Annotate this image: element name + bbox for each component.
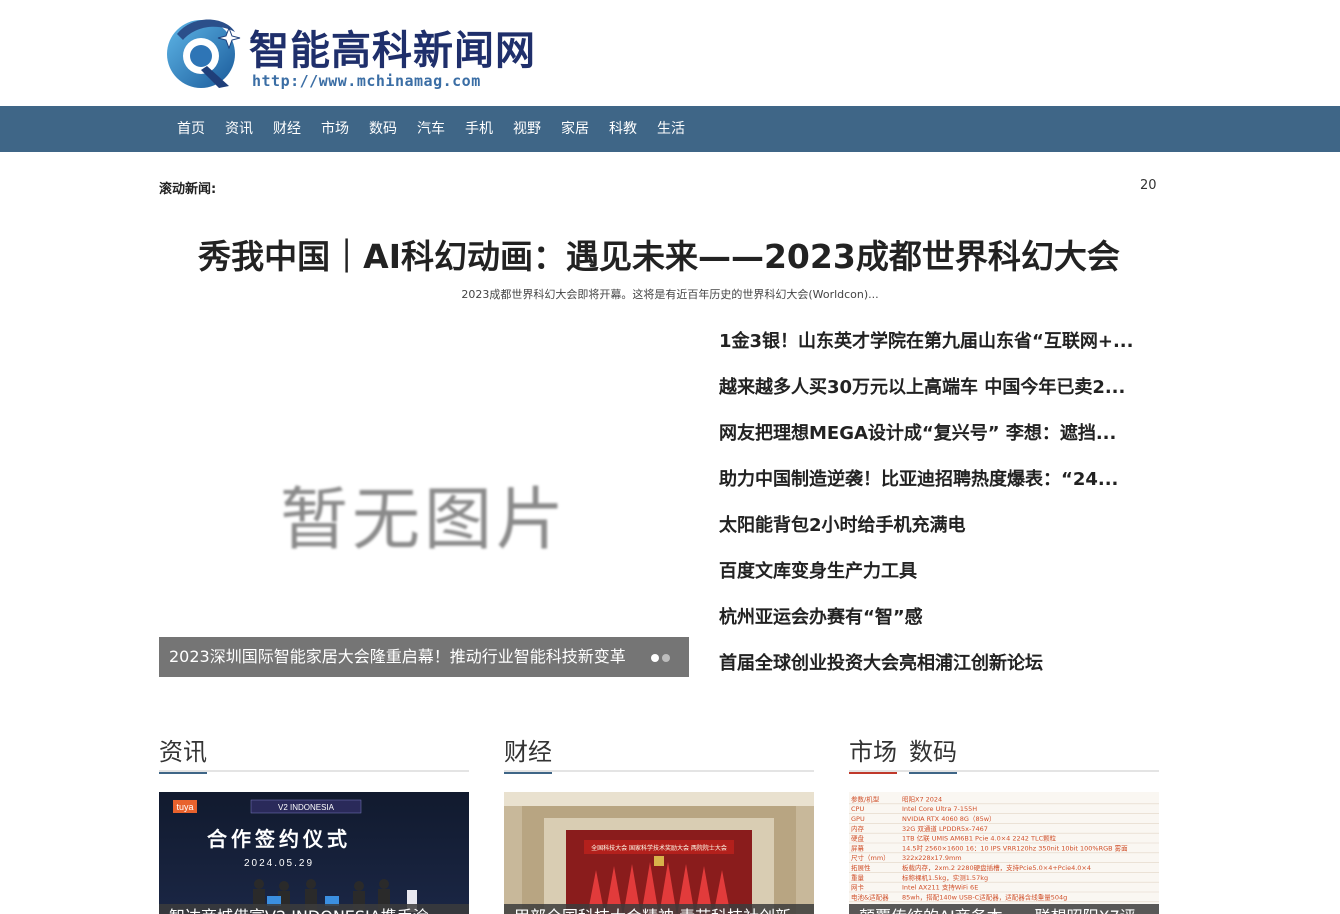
column-header: 市场 数码 bbox=[849, 738, 1159, 774]
column-header: 财经 bbox=[504, 738, 814, 774]
headline-list: 1金3银！山东英才学院在第九届山东省“互联网+... 越来越多人买30万元以上高… bbox=[719, 330, 1139, 698]
ticker-label: 滚动新闻: bbox=[159, 182, 217, 197]
column-image-caption[interactable]: 智达商城借富V2 INDONESIA携手涂... bbox=[159, 904, 469, 914]
slider-caption-bar[interactable]: 2023深圳国际智能家居大会隆重启幕！推动行业智能科技新变革 bbox=[159, 637, 689, 677]
conference-banner: 全国科技大会 国家科学技术奖励大会 两院院士大会 bbox=[591, 844, 727, 852]
spec-row-key: 拓展性 bbox=[851, 863, 871, 872]
top-headline[interactable]: 秀我中国｜AI科幻动画：遇见未来——2023成都世界科幻大会 bbox=[0, 230, 1318, 278]
nav-item-news[interactable]: 资讯 bbox=[215, 106, 263, 152]
tab-digital[interactable]: 数码 bbox=[909, 738, 957, 774]
spec-row-key: GPU bbox=[851, 815, 865, 823]
spec-row-value: NVIDIA RTX 4060 8G（85w） bbox=[902, 815, 996, 823]
site-logo[interactable]: 智能高科新闻网 http://www.mchinamag.com bbox=[163, 12, 563, 92]
spec-row-key: 重量 bbox=[851, 874, 865, 882]
site-name: 智能高科新闻网 bbox=[249, 27, 536, 74]
list-item[interactable]: 越来越多人买30万元以上高端车 中国今年已卖2... bbox=[719, 376, 1139, 422]
nav-item-digital[interactable]: 数码 bbox=[359, 106, 407, 152]
partner-logo-text: V2 INDONESIA bbox=[278, 803, 335, 812]
spec-row-value: 板载内存，2xm.2 2280硬盘插槽，支持Pcie5.0×4+Pcie4.0×… bbox=[902, 863, 1091, 872]
column-feature-image[interactable]: 全国科技大会 国家科学技术奖励大会 两院院士大会 甲部全国科技大会精神 青苗科技… bbox=[504, 792, 814, 914]
no-image-placeholder: 暂无图片 bbox=[279, 481, 568, 560]
list-item[interactable]: 助力中国制造逆袭！比亚迪招聘热度爆表：“24... bbox=[719, 468, 1139, 514]
spec-row-key: 参数/机型 bbox=[851, 794, 880, 803]
news-column: 资讯 tuya V2 INDONESIA 合作签约仪式 2024.05.29 bbox=[159, 738, 469, 914]
nav-item-life[interactable]: 生活 bbox=[647, 106, 695, 152]
column-image-caption[interactable]: 颠覆传统的AI商务本——联想昭阳X7评... bbox=[849, 904, 1159, 914]
market-digital-column: 市场 数码 参数/机型 昭阳X7 2024 CPU Intel Core Ultra … bbox=[849, 738, 1159, 914]
nav-item-finance[interactable]: 财经 bbox=[263, 106, 311, 152]
spec-row-key: 电池&适配器 bbox=[851, 892, 889, 901]
ceremony-title: 合作签约仪式 bbox=[207, 827, 351, 851]
spec-row-value: 昭阳X7 2024 bbox=[902, 794, 942, 803]
spec-row-key: 硬盘 bbox=[851, 834, 865, 843]
list-item[interactable]: 1金3银！山东英才学院在第九届山东省“互联网+... bbox=[719, 330, 1139, 376]
spec-row-value: Intel Core Ultra 7-155H bbox=[902, 805, 977, 813]
slider-dot-1[interactable] bbox=[651, 654, 659, 662]
spec-row-value: 标称裸机1.5kg，实测1.57kg bbox=[902, 873, 988, 882]
list-item[interactable]: 网友把理想MEGA设计成“复兴号” 李想：遮挡... bbox=[719, 422, 1139, 468]
slider-caption[interactable]: 2023深圳国际智能家居大会隆重启幕！推动行业智能科技新变革 bbox=[169, 637, 626, 677]
spec-row-key: 内存 bbox=[851, 824, 865, 833]
ceremony-date: 2024.05.29 bbox=[244, 858, 314, 869]
nav-item-home-living[interactable]: 家居 bbox=[551, 106, 599, 152]
signing-ceremony-image: tuya V2 INDONESIA 合作签约仪式 2024.05.29 bbox=[159, 792, 469, 914]
spec-row-key: 网卡 bbox=[851, 883, 865, 892]
conference-hall-image: 全国科技大会 国家科学技术奖励大会 两院院士大会 bbox=[504, 792, 814, 914]
column-feature-image[interactable]: 参数/机型 昭阳X7 2024 CPU Intel Core Ultra 7-155H… bbox=[849, 792, 1159, 914]
tab-news[interactable]: 资讯 bbox=[159, 738, 207, 774]
ticker-scrolling-text[interactable]: 20 bbox=[1140, 178, 1160, 193]
nav-item-market[interactable]: 市场 bbox=[311, 106, 359, 152]
spec-row-value: 1TB 亿联 UMIS AM6B1 Pcie 4.0×4 2242 TLC颗粒 bbox=[902, 834, 1057, 843]
slider-dot-2[interactable] bbox=[662, 654, 670, 662]
list-item[interactable]: 杭州亚运会办赛有“智”感 bbox=[719, 606, 1139, 652]
column-feature-image[interactable]: tuya V2 INDONESIA 合作签约仪式 2024.05.29 智达商城… bbox=[159, 792, 469, 914]
tab-market[interactable]: 市场 bbox=[849, 738, 897, 774]
main-nav: 首页 资讯 财经 市场 数码 汽车 手机 视野 家居 科教 生活 bbox=[0, 106, 1340, 152]
spec-table-image: 参数/机型 昭阳X7 2024 CPU Intel Core Ultra 7-155H… bbox=[849, 792, 1159, 914]
spec-row-key: 尺寸（mm） bbox=[851, 853, 890, 862]
slider-dots bbox=[651, 654, 670, 662]
list-item[interactable]: 太阳能背包2小时给手机充满电 bbox=[719, 514, 1139, 560]
featured-slider[interactable]: 暂无图片 2023深圳国际智能家居大会隆重启幕！推动行业智能科技新变革 bbox=[159, 324, 689, 677]
spec-row-value: 322x228x17.9mm bbox=[902, 854, 962, 862]
nav-item-mobile[interactable]: 手机 bbox=[455, 106, 503, 152]
finance-column: 财经 全国科技大会 国家科学技术奖励大会 两院院士大会 甲部全国科技大会精神 青… bbox=[504, 738, 814, 914]
list-item[interactable]: 首届全球创业投资大会亮相浦江创新论坛 bbox=[719, 652, 1139, 698]
spec-row-value: 14.5吋 2560×1600 16：10 IPS VRR120hz 350ni… bbox=[902, 843, 1128, 852]
tuya-logo-text: tuya bbox=[176, 802, 193, 812]
logo-emblem-icon bbox=[167, 19, 241, 88]
tab-finance[interactable]: 财经 bbox=[504, 738, 552, 774]
nav-item-science-edu[interactable]: 科教 bbox=[599, 106, 647, 152]
spec-row-value: 85wh，搭配140w USB-C适配器，适配器含线重量504g bbox=[902, 892, 1067, 901]
spec-row-value: 32G 双通道 LPDDR5x-7467 bbox=[902, 824, 988, 833]
spec-row-value: Intel AX211 支持WiFi 6E bbox=[902, 883, 978, 892]
site-url: http://www.mchinamag.com bbox=[252, 72, 481, 90]
spec-row-key: 屏幕 bbox=[851, 843, 865, 852]
nav-item-auto[interactable]: 汽车 bbox=[407, 106, 455, 152]
top-headline-summary: 2023成都世界科幻大会即将开幕。这将是有近百年历史的世界科幻大会(Worldc… bbox=[461, 288, 879, 301]
spec-row-key: CPU bbox=[851, 805, 864, 813]
column-header: 资讯 bbox=[159, 738, 469, 774]
column-image-caption[interactable]: 甲部全国科技大会精神 青苗科技社创新... bbox=[504, 904, 814, 914]
list-item[interactable]: 百度文库变身生产力工具 bbox=[719, 560, 1139, 606]
nav-item-home[interactable]: 首页 bbox=[167, 106, 215, 152]
nav-item-vision[interactable]: 视野 bbox=[503, 106, 551, 152]
